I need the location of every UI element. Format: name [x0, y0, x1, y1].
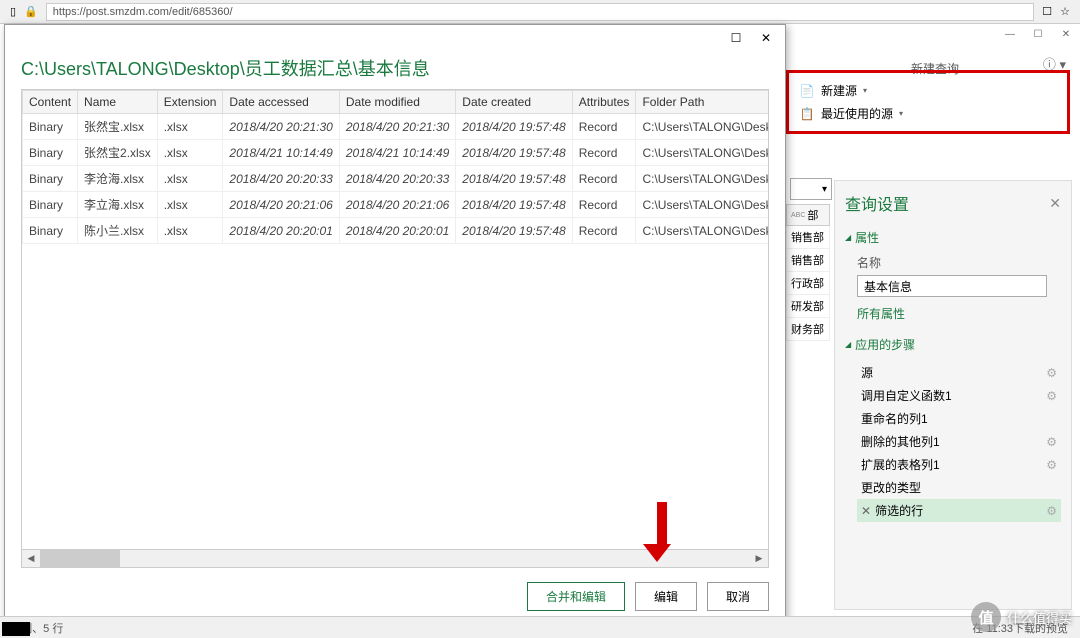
column-header[interactable]: Extension [157, 91, 223, 114]
table-cell: .xlsx [157, 140, 223, 166]
table-cell: 2018/4/20 19:57:48 [456, 218, 572, 244]
table-cell: 2018/4/20 20:21:30 [223, 114, 339, 140]
table-cell: C:\Users\TALONG\Desktop\员工数据汇总 [636, 114, 769, 140]
column-header[interactable]: Date modified [339, 91, 455, 114]
table-cell: .xlsx [157, 218, 223, 244]
taskbar-fragment [2, 622, 30, 636]
favorites-icon[interactable]: ☆ [1060, 5, 1070, 18]
table-cell: Binary [23, 166, 78, 192]
table-cell: Binary [23, 218, 78, 244]
table-cell: 张然宝.xlsx [78, 114, 158, 140]
column-header[interactable]: Date accessed [223, 91, 339, 114]
edit-button[interactable]: 编辑 [635, 582, 697, 611]
column-header[interactable]: Name [78, 91, 158, 114]
browser-tab[interactable]: ▯ [10, 5, 16, 18]
table-cell: Record [572, 140, 636, 166]
table-cell: 2018/4/20 20:20:33 [223, 166, 339, 192]
table-cell: 张然宝2.xlsx [78, 140, 158, 166]
table-cell: 2018/4/20 20:21:30 [339, 114, 455, 140]
table-cell: Record [572, 192, 636, 218]
table-cell: 2018/4/20 20:20:01 [223, 218, 339, 244]
table-cell: Record [572, 114, 636, 140]
table-row[interactable]: Binary陈小兰.xlsx.xlsx2018/4/20 20:20:01201… [23, 218, 770, 244]
table-cell: C:\Users\TALONG\Desktop\员工数据汇总 [636, 166, 769, 192]
table-cell: C:\Users\TALONG\Desktop\员工数据汇总 [636, 218, 769, 244]
table-cell: Record [572, 166, 636, 192]
bookmark-icon[interactable]: ☐ [1042, 5, 1052, 18]
scroll-left-button[interactable]: ◀ [22, 550, 40, 567]
table-cell: 2018/4/21 10:14:49 [339, 140, 455, 166]
table-row[interactable]: Binary李沧海.xlsx.xlsx2018/4/20 20:20:33201… [23, 166, 770, 192]
table-cell: 2018/4/20 19:57:48 [456, 192, 572, 218]
table-cell: .xlsx [157, 192, 223, 218]
table-cell: Record [572, 218, 636, 244]
table-cell: Binary [23, 192, 78, 218]
table-cell: 2018/4/21 10:14:49 [223, 140, 339, 166]
url-bar[interactable]: https://post.smzdm.com/edit/685360/ [46, 3, 1034, 21]
table-cell: Binary [23, 114, 78, 140]
table-row[interactable]: Binary张然宝2.xlsx.xlsx2018/4/21 10:14:4920… [23, 140, 770, 166]
table-cell: .xlsx [157, 166, 223, 192]
table-cell: 2018/4/20 19:57:48 [456, 166, 572, 192]
folder-preview-dialog: ☐ ✕ C:\Users\TALONG\Desktop\员工数据汇总\基本信息 … [4, 24, 786, 630]
table-cell: Binary [23, 140, 78, 166]
scroll-right-button[interactable]: ▶ [750, 550, 768, 567]
dialog-close-button[interactable]: ✕ [751, 28, 781, 48]
table-cell: 2018/4/20 19:57:48 [456, 114, 572, 140]
table-cell: 2018/4/20 20:21:06 [339, 192, 455, 218]
status-right: 在 11:33下载的预览 [972, 620, 1068, 636]
table-cell: 2018/4/20 20:20:01 [339, 218, 455, 244]
table-row[interactable]: Binary李立海.xlsx.xlsx2018/4/20 20:21:06201… [23, 192, 770, 218]
files-table[interactable]: ContentNameExtensionDate accessedDate mo… [21, 89, 769, 550]
table-cell: 2018/4/20 20:21:06 [223, 192, 339, 218]
combine-edit-button[interactable]: 合并和编辑 [527, 582, 625, 611]
horizontal-scrollbar[interactable]: ◀ ▶ [21, 550, 769, 568]
cancel-button[interactable]: 取消 [707, 582, 769, 611]
lock-icon: 🔒 [24, 5, 38, 18]
table-cell: 李沧海.xlsx [78, 166, 158, 192]
table-cell: 李立海.xlsx [78, 192, 158, 218]
scroll-thumb[interactable] [40, 550, 120, 567]
table-cell: C:\Users\TALONG\Desktop\员工数据汇总 [636, 192, 769, 218]
column-header[interactable]: Attributes [572, 91, 636, 114]
dialog-path-title: C:\Users\TALONG\Desktop\员工数据汇总\基本信息 [5, 51, 785, 89]
table-cell: 陈小兰.xlsx [78, 218, 158, 244]
column-header[interactable]: Content [23, 91, 78, 114]
browser-tab-bar: ▯ 🔒 https://post.smzdm.com/edit/685360/ … [0, 0, 1080, 24]
table-cell: C:\Users\TALONG\Desktop\员工数据汇总 [636, 140, 769, 166]
table-cell: 2018/4/20 19:57:48 [456, 140, 572, 166]
table-row[interactable]: Binary张然宝.xlsx.xlsx2018/4/20 20:21:30201… [23, 114, 770, 140]
table-cell: 2018/4/20 20:20:33 [339, 166, 455, 192]
column-header[interactable]: Folder Path [636, 91, 769, 114]
table-cell: .xlsx [157, 114, 223, 140]
status-bar: 9 列、5 行 在 11:33下载的预览 [0, 616, 1080, 638]
dialog-maximize-button[interactable]: ☐ [721, 28, 751, 48]
column-header[interactable]: Date created [456, 91, 572, 114]
